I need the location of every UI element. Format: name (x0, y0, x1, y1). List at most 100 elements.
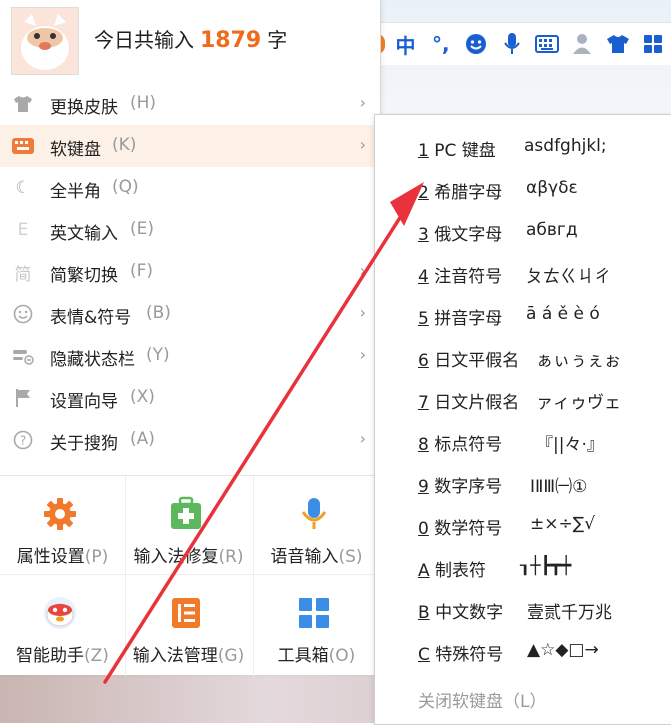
microphone-icon[interactable] (494, 26, 529, 62)
submenu-item-label: 拼音字母 (434, 309, 503, 329)
menu-item-label: 隐藏状态栏 (50, 350, 135, 370)
soft-keyboard-submenu: 1 PC 键盘 asdfghjkl; 2 希腊字母 αβγδε 3 俄文字母 а… (374, 114, 671, 725)
menu-item-about[interactable]: ? 关于搜狗 (A) › (0, 419, 380, 461)
toolbox-button[interactable]: 工具箱(O) (254, 575, 379, 675)
ime-toolbar: 中 °, (372, 22, 671, 65)
submenu-item-preview: αβγδε (526, 178, 578, 198)
keyboard-icon (12, 135, 34, 157)
skin-icon[interactable] (600, 26, 635, 62)
menu-item-label: 软键盘 (50, 140, 101, 160)
menu-item-shortcut: (Y) (146, 345, 170, 365)
menu-item-shortcut: (F) (130, 261, 154, 281)
submenu-item-label: 日文平假名 (434, 351, 520, 371)
menu-item-label: 简繁切换 (50, 266, 118, 286)
submenu-item-key: 4 (418, 267, 429, 287)
submenu-item-key: 9 (418, 477, 429, 497)
submenu-item-katakana[interactable]: 7 日文片假名 ァィゥヴェ (375, 378, 671, 420)
menu-item-shortcut: (Q) (112, 177, 139, 197)
emoji-icon[interactable] (459, 26, 494, 62)
submenu-item-label: 中文数字 (435, 603, 504, 623)
submenu-item-russian[interactable]: 3 俄文字母 абвгд (375, 210, 671, 252)
submenu-item-label: 数字序号 (434, 477, 503, 497)
submenu-item-key: B (418, 603, 430, 623)
toolbox-icon (296, 595, 332, 631)
submenu-item-preview: ±×÷∑√ (530, 514, 596, 534)
submenu-item-punctuation[interactable]: 8 标点符号 『||々·』 (375, 420, 671, 462)
close-soft-keyboard-item[interactable]: 关闭软键盘（L） (418, 687, 546, 712)
grid-label: 智能助手 (16, 646, 85, 666)
submenu-item-label: 注音符号 (434, 267, 503, 287)
submenu-item-key: 0 (418, 519, 429, 539)
submenu-item-hiragana[interactable]: 6 日文平假名 ぁぃぅぇぉ (375, 336, 671, 378)
ime-context-menu: 今日共输入 1879 字 更换皮肤 (H) › 软键盘 (K) › ☾ 全半角 (Q… (0, 0, 381, 676)
submenu-item-preview: 壹贰千万兆 (527, 603, 612, 623)
grid-shortcut: (Z) (84, 646, 109, 666)
submenu-item-number-series[interactable]: 9 数字序号 ⅠⅡⅢ㈠① (375, 462, 671, 504)
grid-shortcut: (O) (328, 646, 356, 666)
submenu-item-pinyin[interactable]: 5 拼音字母 ā á ě è ó (375, 294, 671, 336)
watermark: 经验 (562, 694, 607, 719)
menu-list: 更换皮肤 (H) › 软键盘 (K) › ☾ 全半角 (Q) E 英文输入 (E… (0, 83, 380, 461)
avatar[interactable] (11, 7, 79, 75)
user-icon[interactable] (565, 26, 600, 62)
quick-tools-grid: 属性设置(P) 输入法修复(R) 语音输入(S) 智能助手(Z) 输入法管理(G (0, 475, 380, 676)
chinese-mode-icon[interactable]: 中 (388, 26, 423, 62)
keyboard-icon[interactable] (529, 26, 564, 62)
submenu-item-key: 7 (418, 393, 429, 413)
grid-label: 工具箱 (277, 646, 329, 666)
grid-shortcut: (P) (84, 547, 109, 567)
submenu-item-key: 5 (418, 309, 429, 329)
ime-repair-button[interactable]: 输入法修复(R) (126, 476, 251, 576)
menu-item-shortcut: (X) (130, 387, 155, 407)
submenu-item-key: 3 (418, 225, 429, 245)
menu-item-label: 全半角 (50, 182, 101, 202)
punctuation-icon[interactable]: °, (423, 26, 458, 62)
submenu-item-greek[interactable]: 2 希腊字母 αβγδε (375, 168, 671, 210)
today-prefix: 今日共输入 (94, 28, 194, 52)
menu-item-skin[interactable]: 更换皮肤 (H) › (0, 83, 380, 125)
submenu-item-pc-keyboard[interactable]: 1 PC 键盘 asdfghjkl; (375, 126, 671, 168)
submenu-item-math[interactable]: 0 数学符号 ±×÷∑√ (375, 504, 671, 546)
menu-item-full-half-width[interactable]: ☾ 全半角 (Q) (0, 167, 380, 209)
submenu-item-box-drawing[interactable]: A 制表符 ┒┼┣┳┿ (375, 546, 671, 588)
grid-label: 输入法管理 (132, 646, 218, 666)
submenu-item-label: 标点符号 (434, 435, 503, 455)
smart-assistant-button[interactable]: 智能助手(Z) (0, 575, 125, 675)
submenu-item-special-symbols[interactable]: C 特殊符号 ▲☆◆□→ (375, 630, 671, 672)
menu-item-english-input[interactable]: E 英文输入 (E) (0, 209, 380, 251)
submenu-item-preview: 『||々·』 (536, 435, 604, 455)
submenu-item-label: 数学符号 (434, 519, 503, 539)
menu-item-soft-keyboard[interactable]: 软键盘 (K) › (0, 125, 380, 167)
submenu-item-preview: ┒┼┣┳┿ (520, 556, 572, 576)
chevron-right-icon: › (359, 429, 366, 448)
assistant-icon (42, 595, 78, 631)
menu-item-simplified-traditional[interactable]: 简 简繁切换 (F) › (0, 251, 380, 293)
menu-item-label: 表情&符号 (50, 308, 132, 328)
svg-text:?: ? (20, 434, 26, 448)
submenu-item-preview: asdfghjkl; (524, 136, 607, 156)
properties-button[interactable]: 属性设置(P) (0, 476, 125, 576)
ime-manager-button[interactable]: 输入法管理(G) (126, 575, 251, 675)
chevron-right-icon: › (359, 303, 366, 322)
submenu-item-zhuyin[interactable]: 4 注音符号 ㄆㄊㄍㄐㄔ (375, 252, 671, 294)
menu-item-hide-statusbar[interactable]: 隐藏状态栏 (Y) › (0, 335, 380, 377)
menu-item-shortcut: (B) (146, 303, 171, 323)
gear-icon (42, 496, 78, 532)
letter-e-icon: E (17, 220, 29, 240)
moon-icon: ☾ (15, 178, 31, 198)
menu-item-emoji-symbols[interactable]: 表情&符号 (B) › (0, 293, 380, 335)
menu-item-shortcut: (H) (130, 93, 157, 113)
menu-item-label: 设置向导 (50, 392, 118, 412)
submenu-item-label: PC 键盘 (434, 141, 496, 161)
submenu-item-label: 制表符 (435, 561, 487, 581)
voice-input-button[interactable]: 语音输入(S) (254, 476, 379, 576)
submenu-item-preview: ぁぃぅぇぉ (536, 351, 621, 371)
submenu-item-chinese-numerals[interactable]: B 中文数字 壹贰千万兆 (375, 588, 671, 630)
submenu-item-preview: ァィゥヴェ (536, 393, 621, 413)
menu-item-shortcut: (E) (130, 219, 155, 239)
submenu-item-key: 1 (418, 141, 429, 161)
menu-item-setup-wizard[interactable]: 设置向导 (X) (0, 377, 380, 419)
toolbox-icon[interactable] (636, 26, 671, 62)
grid-label: 输入法修复 (133, 547, 219, 567)
statusbar-icon (12, 345, 34, 367)
